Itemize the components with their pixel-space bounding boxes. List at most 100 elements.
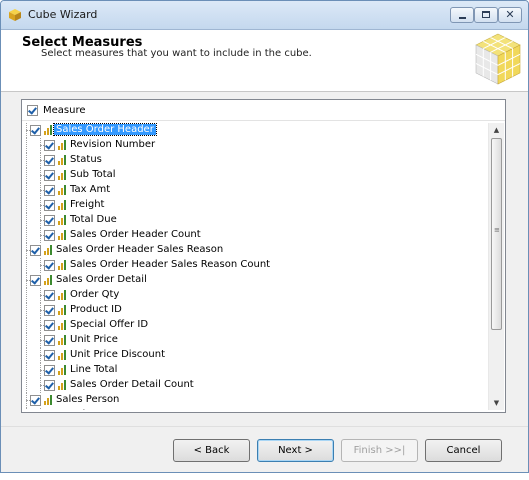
bar-chart-icon	[57, 260, 69, 270]
footer-separator	[1, 426, 528, 427]
measure-checkbox[interactable]	[44, 320, 55, 331]
bar-chart-icon	[57, 140, 69, 150]
measure-group-row[interactable]: Sales Person	[22, 393, 485, 408]
measure-label: Sales Order Header	[53, 123, 157, 136]
cube-wizard-window: Cube Wizard ✕ Select Measures Select mea…	[0, 0, 529, 473]
measure-row[interactable]: Line Total	[22, 363, 485, 378]
measure-root-label: Measure	[43, 105, 86, 116]
measure-row[interactable]: Special Offer ID	[22, 318, 485, 333]
scroll-down-button[interactable]: ▼	[489, 396, 504, 410]
measure-label: Sales Order Detail	[56, 274, 147, 285]
measure-group-row[interactable]: Sales Order Header	[22, 123, 485, 138]
measure-row[interactable]: Sub Total	[22, 168, 485, 183]
measure-label: Sub Total	[70, 169, 116, 180]
measure-row[interactable]: Tax Amt	[22, 183, 485, 198]
measure-checkbox[interactable]	[44, 350, 55, 361]
measure-label: Sales Order Detail Count	[70, 379, 194, 390]
tree-connector	[40, 408, 41, 410]
tree-connector	[26, 318, 27, 333]
measure-checkbox[interactable]	[44, 215, 55, 226]
tree-rows: Sales Order Header Revision Number Status S…	[22, 123, 485, 410]
cancel-button[interactable]: Cancel	[425, 439, 502, 462]
measure-checkbox[interactable]	[44, 260, 55, 271]
bar-chart-icon	[57, 320, 69, 330]
measure-checkbox[interactable]	[44, 290, 55, 301]
window-title: Cube Wizard	[28, 8, 98, 21]
bar-chart-icon	[57, 170, 69, 180]
measure-checkbox[interactable]	[44, 365, 55, 376]
next-button[interactable]: Next >	[257, 439, 334, 462]
vertical-scrollbar[interactable]: ▲ ≡ ▼	[488, 123, 504, 410]
measure-checkbox[interactable]	[30, 125, 41, 136]
minimize-button[interactable]	[450, 7, 474, 23]
measure-checkbox[interactable]	[44, 380, 55, 391]
bar-chart-icon	[57, 305, 69, 315]
measure-checkbox[interactable]	[44, 200, 55, 211]
measure-checkbox[interactable]	[44, 185, 55, 196]
tree-connector	[26, 153, 27, 168]
tree-connector	[26, 168, 27, 183]
title-bar: Cube Wizard ✕	[1, 1, 528, 30]
maximize-button[interactable]	[474, 7, 498, 23]
measure-group-row[interactable]: Sales Order Header Sales Reason	[22, 243, 485, 258]
measure-checkbox[interactable]	[30, 395, 41, 406]
measure-checkbox[interactable]	[44, 230, 55, 241]
tree-connector	[26, 213, 27, 228]
measure-group-row[interactable]: Sales Order Detail	[22, 273, 485, 288]
tree-connector	[26, 363, 27, 378]
measure-row[interactable]: Sales Order Header Sales Reason Count	[22, 258, 485, 273]
measure-row[interactable]: Unit Price Discount	[22, 348, 485, 363]
bar-chart-icon	[57, 230, 69, 240]
measure-row[interactable]: Revision Number	[22, 138, 485, 153]
measure-label: Sales Person	[56, 394, 120, 405]
tree-connector	[26, 183, 27, 198]
bar-chart-icon	[57, 290, 69, 300]
measure-checkbox[interactable]	[44, 305, 55, 316]
bar-chart-icon	[57, 380, 69, 390]
bar-chart-icon	[57, 335, 69, 345]
scroll-thumb[interactable]: ≡	[491, 138, 502, 330]
measure-label: Sales Order Header Count	[70, 229, 201, 240]
measure-label: Unit Price	[70, 334, 118, 345]
measure-row[interactable]: Sales Order Detail Count	[22, 378, 485, 393]
measure-checkbox[interactable]	[44, 140, 55, 151]
wizard-header: Select Measures Select measures that you…	[1, 30, 528, 92]
tree-connector	[26, 408, 27, 410]
measure-checkbox[interactable]	[44, 335, 55, 346]
back-button[interactable]: < Back	[173, 439, 250, 462]
measure-label: Sales Order Header Sales Reason Count	[70, 259, 271, 270]
tree-connector	[26, 138, 27, 153]
close-button[interactable]: ✕	[498, 7, 522, 23]
measure-checkbox[interactable]	[30, 275, 41, 286]
measure-row[interactable]: Status	[22, 153, 485, 168]
tree-connector	[26, 378, 27, 393]
tree-root-row[interactable]: Measure	[22, 100, 505, 121]
finish-button[interactable]: Finish >>|	[341, 439, 418, 462]
measure-label: Status	[70, 154, 102, 165]
measure-checkbox[interactable]	[44, 170, 55, 181]
measure-label: Product ID	[70, 304, 122, 315]
measure-row[interactable]: Freight	[22, 198, 485, 213]
tree-connector	[26, 288, 27, 303]
measure-row[interactable]: Sales Order Header Count	[22, 228, 485, 243]
measure-label: Order Qty	[70, 289, 120, 300]
measure-row[interactable]: Total Due	[22, 213, 485, 228]
measure-checkbox[interactable]	[30, 245, 41, 256]
bar-chart-icon	[43, 245, 55, 255]
scroll-up-button[interactable]: ▲	[489, 123, 504, 137]
bar-chart-icon	[57, 155, 69, 165]
measure-label: Line Total	[70, 364, 118, 375]
minimize-icon	[459, 17, 466, 19]
measure-row[interactable]: Unit Price	[22, 333, 485, 348]
measure-row[interactable]: Product ID	[22, 303, 485, 318]
measure-row[interactable]: Sales Quota	[22, 408, 485, 410]
measure-tree[interactable]: Measure Sales Order Header Revision Numbe…	[21, 99, 506, 413]
measure-label: Freight	[70, 199, 105, 210]
measure-label: Revision Number	[70, 139, 156, 150]
measure-root-checkbox[interactable]	[27, 105, 38, 116]
cube-logo-icon	[475, 33, 521, 85]
tree-connector	[26, 333, 27, 348]
cube-icon	[9, 9, 21, 21]
measure-row[interactable]: Order Qty	[22, 288, 485, 303]
measure-checkbox[interactable]	[44, 155, 55, 166]
